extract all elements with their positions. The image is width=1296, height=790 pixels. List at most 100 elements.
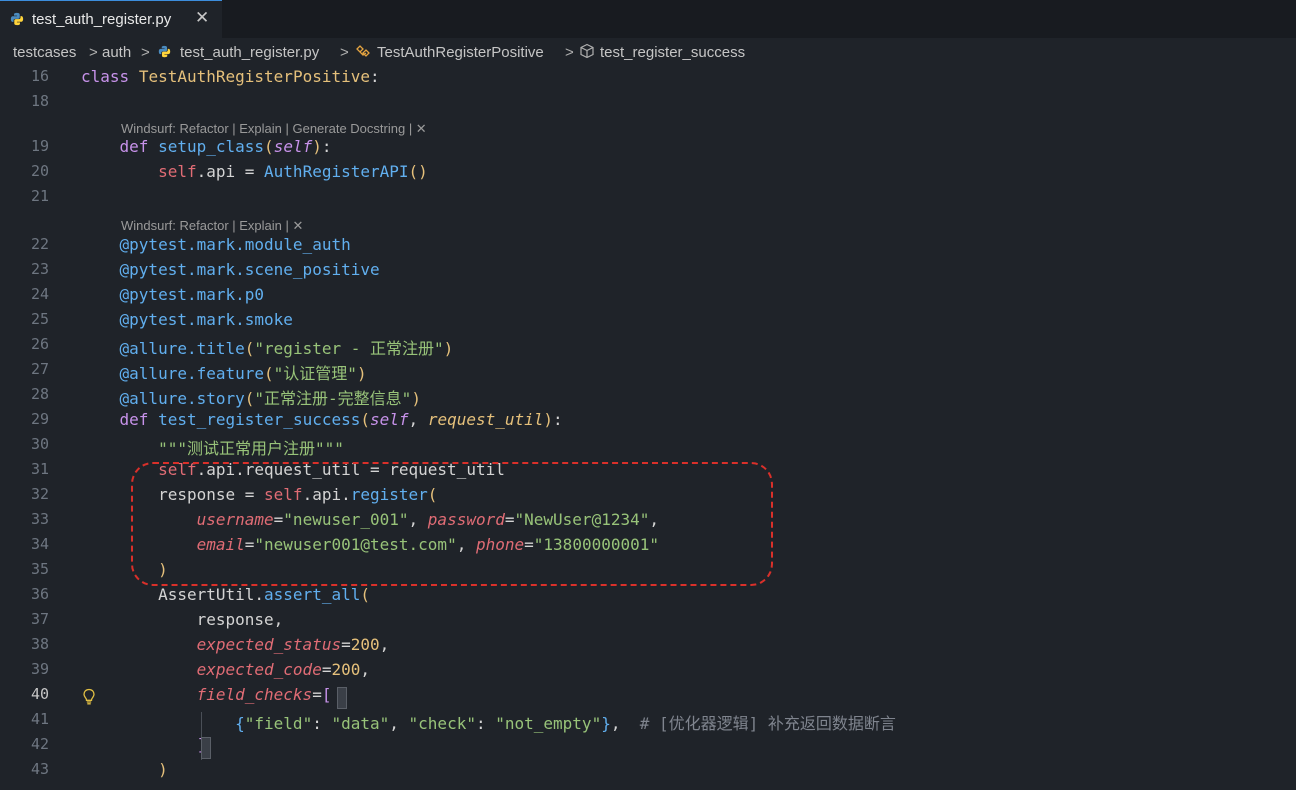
class-name: TestAuthRegisterPositive: [138, 67, 370, 86]
string-literal: "register - 正常注册": [254, 339, 444, 358]
code-line: 18: [0, 89, 1296, 114]
method-cube-icon: [580, 43, 594, 59]
code-line: 30 """测试正常用户注册""": [0, 432, 1296, 459]
code-line: 26 @allure.title("register - 正常注册"): [0, 332, 1296, 358]
line-content: @pytest.mark.smoke: [81, 310, 293, 329]
kwarg-name: expected_code: [196, 660, 322, 679]
line-content: def test_register_success(self, request_…: [119, 410, 563, 429]
line-number: 23: [30, 260, 49, 278]
line-content: ]: [81, 735, 207, 754]
line-number: 40: [30, 685, 49, 703]
line-number: 16: [30, 67, 49, 85]
code-line: 16 class TestAuthRegisterPositive:: [0, 64, 1296, 89]
lightbulb-icon[interactable]: [81, 688, 97, 706]
decorator: @pytest.mark.smoke: [119, 310, 293, 329]
line-number: 21: [30, 187, 49, 205]
function-call: assert_all: [264, 585, 361, 604]
code-line: 27 @allure.feature("认证管理"): [0, 357, 1296, 383]
code-line: 19 def setup_class(self):: [0, 134, 1296, 159]
bracket-match-highlight: [201, 737, 211, 759]
line-number: 37: [30, 610, 49, 628]
line-number: 41: [30, 710, 49, 728]
line-content: @allure.title("register - 正常注册"): [119, 339, 454, 358]
line-number: 22: [30, 235, 49, 253]
code-editor[interactable]: 16 class TestAuthRegisterPositive: 18 Wi…: [0, 64, 1296, 790]
keyword: def: [119, 137, 149, 156]
line-content: self.api = AuthRegisterAPI(): [81, 162, 428, 181]
line-content: expected_status=200,: [196, 635, 390, 654]
close-icon[interactable]: ✕: [195, 8, 209, 28]
code-line: 20 self.api = AuthRegisterAPI(): [0, 159, 1296, 184]
string-literal: "check": [408, 714, 476, 733]
line-content: """测试正常用户注册""": [81, 435, 344, 459]
chevron-right-icon: >: [565, 44, 574, 61]
line-content: @pytest.mark.scene_positive: [81, 260, 380, 279]
line-number: 28: [30, 385, 49, 403]
number-literal: 200: [350, 635, 380, 654]
keyword: def: [119, 410, 149, 429]
line-number: 24: [30, 285, 49, 303]
tab-test-auth-register[interactable]: test_auth_register.py ✕: [0, 0, 222, 38]
line-number: 35: [30, 560, 49, 578]
decorator: @pytest.mark.scene_positive: [119, 260, 380, 279]
code-text: AssertUtil.: [158, 585, 265, 604]
code-line: 29 def test_register_success(self, reque…: [0, 407, 1296, 432]
code-line: 23 @pytest.mark.scene_positive: [0, 257, 1296, 282]
function-name: test_register_success: [158, 410, 361, 429]
decorator: @allure.story: [119, 389, 245, 408]
self-keyword: self: [158, 162, 197, 181]
class-icon: [356, 45, 370, 57]
line-content: @pytest.mark.module_auth: [81, 235, 351, 254]
line-content: def setup_class(self):: [119, 137, 332, 156]
string-literal: "正常注册-完整信息": [254, 389, 412, 408]
bracket-match-highlight: [337, 687, 347, 709]
chevron-right-icon: >: [89, 44, 98, 61]
comment: # [优化器逻辑] 补充返回数据断言: [639, 714, 896, 733]
param-self: self: [273, 137, 313, 156]
python-file-icon: [158, 45, 171, 58]
chevron-right-icon: >: [141, 44, 150, 61]
code-line: 37 response,: [0, 607, 1296, 632]
param: request_util: [427, 410, 544, 429]
line-content: expected_code=200,: [196, 660, 371, 679]
line-number: 32: [30, 485, 49, 503]
class-call: AuthRegisterAPI: [264, 162, 409, 181]
line-number: 39: [30, 660, 49, 678]
breadcrumb-method[interactable]: test_register_success: [600, 44, 745, 61]
code-line: 39 expected_code=200,: [0, 657, 1296, 682]
line-number: 36: [30, 585, 49, 603]
string-literal: "data": [331, 714, 390, 733]
code-line: 24 @pytest.mark.p0: [0, 282, 1296, 307]
code-line: 41 {"field": "data", "check": "not_empty…: [0, 707, 1296, 733]
code-line: 25 @pytest.mark.smoke: [0, 307, 1296, 332]
keyword: class: [81, 67, 130, 86]
code-line: 42 ]: [0, 732, 1296, 757]
line-content: field_checks=[: [196, 685, 332, 704]
annotation-highlight-box: [131, 462, 773, 586]
line-content: response,: [81, 610, 284, 629]
line-content: @pytest.mark.p0: [81, 285, 265, 304]
code-line: 43 ): [0, 757, 1296, 782]
python-file-icon: [10, 12, 24, 26]
line-content: AssertUtil.assert_all(: [158, 585, 370, 604]
parens: (): [408, 162, 428, 181]
line-number: 29: [30, 410, 49, 428]
line-number: 33: [30, 510, 49, 528]
kwarg-name: expected_status: [196, 635, 342, 654]
code-line: 28 @allure.story("正常注册-完整信息"): [0, 382, 1296, 408]
string-literal: "field": [244, 714, 313, 733]
breadcrumb-folder-testcases[interactable]: testcases: [13, 44, 76, 61]
decorator: @allure.title: [119, 339, 245, 358]
line-number: 34: [30, 535, 49, 553]
breadcrumb-folder-auth[interactable]: auth: [102, 44, 131, 61]
line-number: 30: [30, 435, 49, 453]
line-number: 26: [30, 335, 49, 353]
breadcrumb-class[interactable]: TestAuthRegisterPositive: [377, 44, 544, 61]
line-number: 18: [30, 92, 49, 110]
line-content: ): [158, 760, 168, 779]
code-line-active: 40 field_checks=[: [0, 682, 1296, 707]
breadcrumb-file[interactable]: test_auth_register.py: [180, 44, 319, 61]
decorator: @pytest.mark.p0: [119, 285, 265, 304]
number-literal: 200: [331, 660, 361, 679]
code-text: .api =: [196, 162, 265, 181]
